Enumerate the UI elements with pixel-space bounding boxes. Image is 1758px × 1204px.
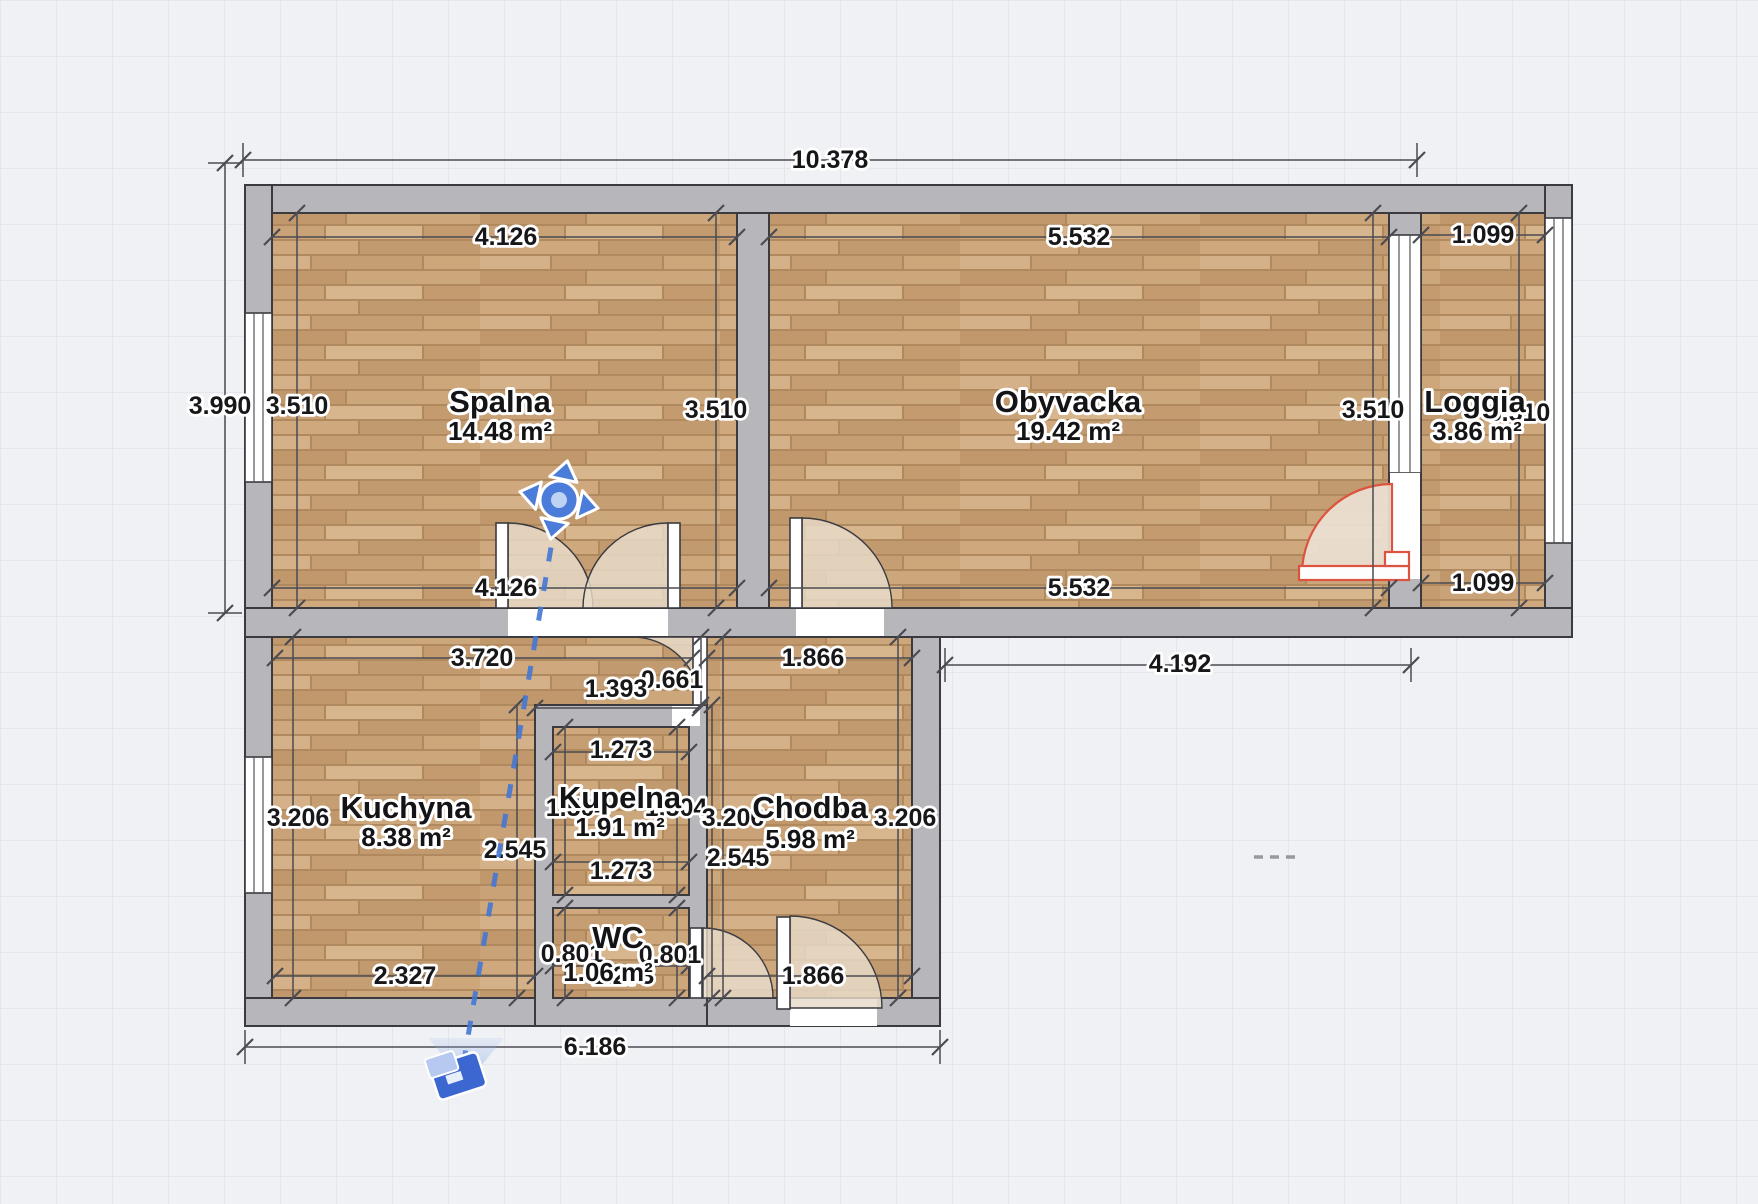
floorplan-canvas[interactable]: 10.378 4.126 5.532 1.099 3.990 3.510 3.5…	[0, 0, 1758, 1204]
room-label-kuchyna: Kuchyna	[341, 790, 473, 825]
window-loggia-right[interactable]	[1545, 218, 1572, 543]
room-area-kupelna: 1.91 m²	[575, 812, 665, 842]
wall-middle[interactable]	[245, 608, 1572, 637]
dim-label-right-offset: 4.192	[1149, 650, 1212, 678]
dim-label-spalna-top: 4.126	[475, 223, 538, 251]
dim-label-box-height-right: 2.545	[707, 844, 770, 872]
dim-label-loggia-top: 1.099	[1452, 221, 1515, 249]
room-area-loggia: 3.86 m²	[1432, 416, 1522, 446]
room-label-obyvacka: Obyvacka	[995, 384, 1142, 419]
dim-label-obyvacka-right: 3.510	[1342, 396, 1405, 424]
dim-label-spalna-left: 3.510	[266, 392, 329, 420]
room-area-spalna: 14.48 m²	[448, 416, 552, 446]
dim-label-box-height-left: 2.545	[484, 836, 547, 864]
dim-label-obyvacka-bottom: 5.532	[1048, 574, 1111, 602]
dim-label-overall-left: 3.990	[189, 392, 252, 420]
dim-label-spalna-bottom: 4.126	[475, 574, 538, 602]
dim-label-passage-height: 0.661	[641, 666, 704, 694]
room-label-chodba: Chodba	[752, 790, 868, 825]
dim-label-kuchyna-top: 3.720	[451, 644, 514, 672]
dim-label-chodba-top: 1.866	[782, 644, 845, 672]
wall-top[interactable]	[245, 185, 1572, 213]
dim-label-overall-top: 10.378	[792, 146, 869, 174]
dim-label-overall-bottom: 6.186	[564, 1033, 627, 1061]
room-area-chodba: 5.98 m²	[765, 824, 855, 854]
room-area-kuchyna: 8.38 m²	[361, 822, 451, 852]
dim-label-kuchyna-left: 3.206	[267, 804, 330, 832]
room-label-wc: WC	[592, 920, 644, 955]
dim-label-passage-width: 1.393	[585, 675, 648, 703]
window-obyvacka-loggia[interactable]	[1389, 235, 1421, 473]
dim-label-spalna-right: 3.510	[685, 396, 748, 424]
dim-label-obyvacka-top: 5.532	[1048, 223, 1111, 251]
room-label-spalna: Spalna	[449, 384, 551, 419]
room-label-loggia: Loggia	[1424, 384, 1526, 419]
room-label-kupelna: Kupelna	[559, 780, 682, 815]
room-area-wc: 1.06 m²	[563, 957, 653, 987]
dim-label-loggia-bottom: 1.099	[1452, 569, 1515, 597]
dim-label-kuchyna-bottom: 2.327	[374, 962, 437, 990]
dim-label-chodba-right: 3.206	[874, 804, 937, 832]
dim-label-kupelna-top: 1.273	[590, 736, 653, 764]
dim-label-kupelna-bottom: 1.273	[590, 857, 653, 885]
wall-left[interactable]	[245, 185, 272, 1026]
room-area-obyvacka: 19.42 m²	[1016, 416, 1120, 446]
dim-label-chodba-bottom: 1.866	[782, 962, 845, 990]
